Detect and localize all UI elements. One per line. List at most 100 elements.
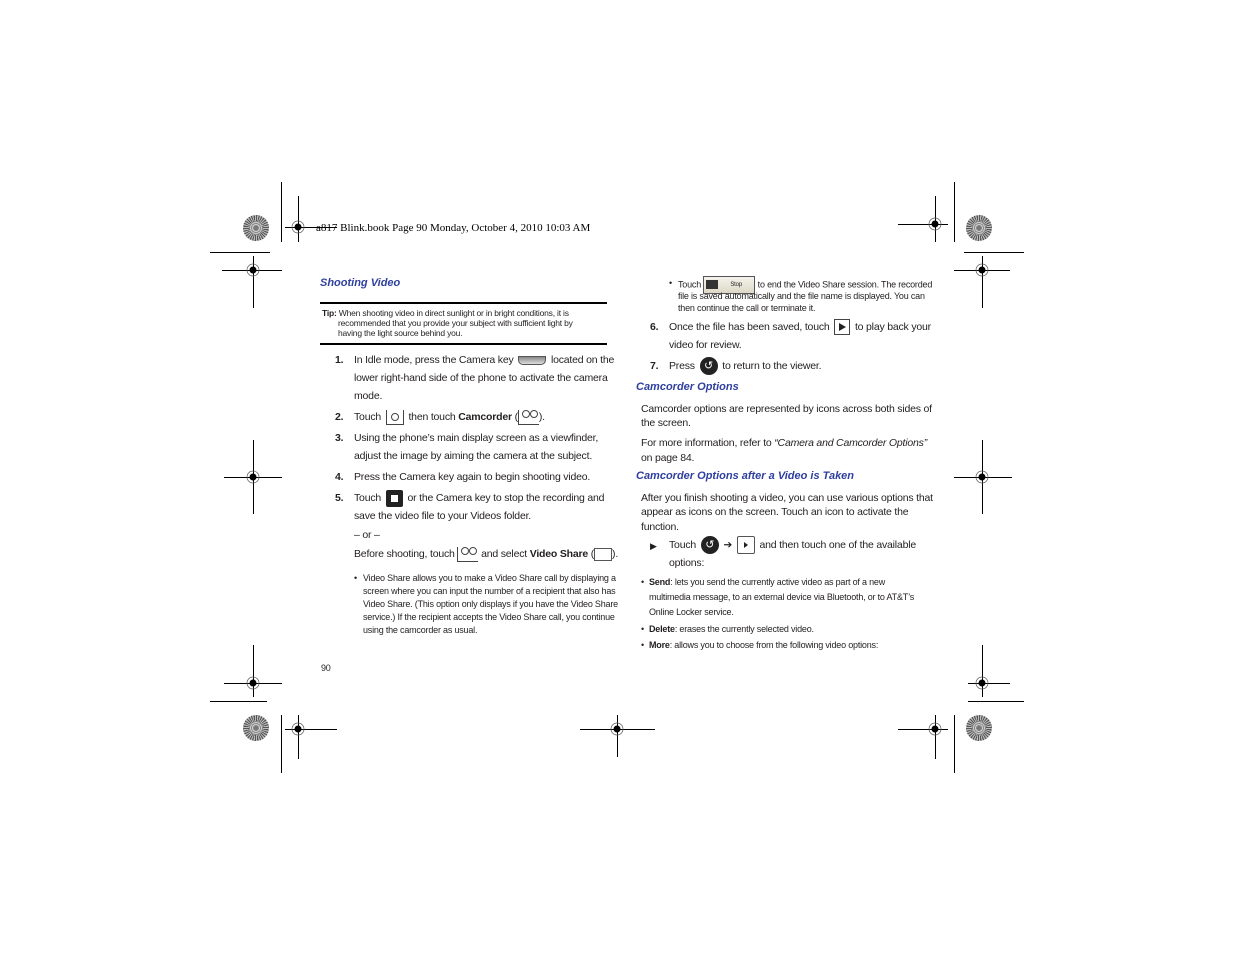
paragraph-text: For more information, refer to [641,437,772,449]
cross-reference-link[interactable]: “Camera and Camcorder Options” [774,437,927,449]
bullet-text: service.) If the recipient accepts the V… [363,612,615,622]
paragraph-text: function. [641,521,679,533]
registration-target-icon [246,470,260,484]
step-text: Touch [354,411,382,423]
step-text: to play back your [854,321,931,333]
registration-target-icon [928,217,942,231]
step-text: then touch [408,411,456,423]
step-number: 3. [335,432,344,444]
option-name: More [649,640,670,650]
bullet-text: Online Locker service. [649,607,734,617]
step-text: video for review. [669,339,742,351]
play-icon [834,319,851,336]
back-icon: ↺ [700,536,719,555]
step-text: Press the Camera key again to begin shoo… [354,471,591,483]
step-number: 5. [335,492,344,504]
section-heading-shooting-video: Shooting Video [320,277,401,289]
print-header-stamp: a817 Blink.book Page 90 Monday, October … [316,222,591,234]
step-text: adjust the image by aiming the camera at… [354,450,593,462]
crop-line [298,196,299,242]
back-icon: ↺ [699,357,718,376]
crop-line [964,252,1024,253]
or-separator: – or – [354,529,380,541]
tip-label: Tip: [322,308,337,318]
crop-line [954,715,955,773]
crop-line [210,252,270,253]
step-number: 1. [335,354,344,366]
crop-line [281,715,282,773]
option-name: Delete [649,624,675,634]
play-icon [736,536,755,555]
bullet-text: Touch [678,279,702,290]
bullet-text: : lets you send the currently active vid… [670,577,886,587]
step-text: mode. [354,390,383,402]
registration-rosette-icon [966,715,992,741]
bullet-text: Video Share. (This option only displays … [363,599,618,609]
registration-target-icon [291,722,305,736]
registration-target-icon [975,676,989,690]
crop-line [281,182,282,242]
camcorder-icon [517,409,539,425]
camcorder-label: Camcorder [458,411,512,423]
tip-text-line2: recommended that you provide your subjec… [338,318,573,328]
step-text: and then touch one of the available [759,539,917,551]
bullet-text: then continue the call or terminate it. [678,303,816,313]
step-number: 2. [335,411,344,423]
step-text: located on the [550,354,615,366]
camera-icon [385,409,404,425]
step-text: In Idle mode, press the Camera key [354,354,514,366]
camcorder-icon [457,546,479,562]
bullet-text: Video Share allows you to make a Video S… [363,573,616,583]
bullet-text: : erases the currently selected video. [674,624,814,634]
bullet-text: to end the Video Share session. The reco… [757,279,933,290]
step-text: Touch [669,539,697,551]
tip-text-line3: having the light source behind you. [338,328,463,338]
step-text: and select [481,548,527,560]
bullet-text: using the camcorder as usual. [363,625,478,635]
tip-text-line1: When shooting video in direct sunlight o… [338,308,569,318]
section-heading-camcorder-options: Camcorder Options [636,381,739,393]
step-number: 7. [650,360,659,372]
paren-close: ). [612,548,619,560]
bullet-text: multimedia message, to an external devic… [649,592,915,602]
registration-target-icon [928,722,942,736]
step-text: Using the phone’s main display screen as… [354,432,599,444]
registration-target-icon [975,263,989,277]
tip-top-rule [320,302,607,304]
step-text: options: [669,557,705,569]
step-text: or the Camera key to stop the recording … [407,492,605,504]
video-share-label: Video Share [529,548,589,560]
bullet-text: screen where you can input the number of… [363,586,616,596]
step-text: Press [669,360,695,372]
stop-record-icon [385,489,403,507]
registration-rosette-icon [243,215,269,241]
paragraph-text: on page 84. [641,452,695,464]
registration-target-icon [246,676,260,690]
crop-line [954,182,955,242]
step-text: lower right-hand side of the phone to ac… [354,372,608,384]
video-share-icon [594,547,613,561]
crop-line [210,701,267,702]
step-text: Once the file has been saved, touch [669,321,830,333]
page-number: 90 [321,663,331,673]
paragraph-text: the screen. [641,417,691,429]
registration-rosette-icon [243,715,269,741]
registration-rosette-icon [966,215,992,241]
registration-target-icon [291,220,305,234]
crop-line [968,701,1024,702]
bullet-text: : allows you to choose from the followin… [669,640,879,650]
step-text: save the video file to your Videos folde… [354,510,532,522]
option-name: Send [649,577,671,587]
section-heading-after-video: Camcorder Options after a Video is Taken [636,470,855,482]
registration-target-icon [246,263,260,277]
arrow-icon: ➔ [723,539,733,551]
triangle-bullet-icon: ▶ [650,541,657,551]
paren-close: ). [538,411,545,423]
before-shooting-line: Before shooting, touch and select Video … [354,545,618,563]
step-text: Touch [354,492,382,504]
step-number: 6. [650,321,659,333]
registration-target-icon [610,722,624,736]
registration-target-icon [975,470,989,484]
step-text: Before shooting, touch [354,548,455,560]
paragraph-text: appear as icons on the screen. Touch an … [641,506,909,518]
